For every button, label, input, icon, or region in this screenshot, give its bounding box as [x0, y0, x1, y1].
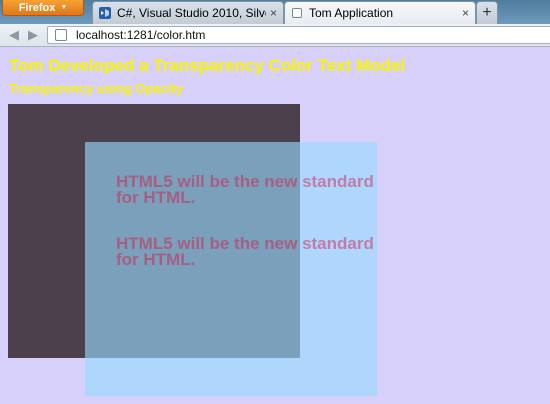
transparent-message: HTML5 will be the new standard for HTML.: [116, 234, 374, 269]
page-subtitle: Transparency using Opacity: [9, 81, 184, 96]
tab-label: Tom Application: [309, 6, 394, 20]
transparent-message: HTML5 will be the new standard for HTML.: [116, 172, 374, 207]
tab-strip: Firefox ▼ C#, Visual Studio 2010, Silver…: [0, 0, 550, 24]
close-icon[interactable]: ×: [270, 6, 277, 20]
address-bar[interactable]: localhost:1281/color.htm: [47, 26, 550, 44]
tab-tom-application[interactable]: Tom Application ×: [284, 1, 476, 24]
close-icon[interactable]: ×: [462, 6, 469, 20]
navigation-toolbar: ◀ ▶ localhost:1281/color.htm: [0, 24, 550, 47]
page-content: Tom Developed a Transparency Color Text …: [0, 47, 550, 404]
forward-arrow-icon[interactable]: ▶: [24, 26, 42, 44]
site-identity-icon[interactable]: [55, 29, 67, 41]
firefox-menu-button[interactable]: Firefox ▼: [2, 0, 84, 16]
new-tab-button[interactable]: +: [476, 1, 498, 24]
firefox-menu-label: Firefox: [18, 1, 56, 14]
browser-window: Firefox ▼ C#, Visual Studio 2010, Silver…: [0, 0, 550, 404]
chevron-down-icon: ▼: [60, 4, 68, 11]
tab-visual-studio[interactable]: C#, Visual Studio 2010, Silverl... ×: [92, 1, 284, 24]
url-text[interactable]: localhost:1281/color.htm: [76, 28, 205, 42]
page-title: Tom Developed a Transparency Color Text …: [9, 56, 406, 75]
visual-studio-icon: [98, 6, 112, 20]
back-arrow-icon[interactable]: ◀: [5, 26, 23, 44]
tab-label: C#, Visual Studio 2010, Silverl...: [117, 6, 266, 20]
blank-page-icon: [290, 6, 304, 20]
